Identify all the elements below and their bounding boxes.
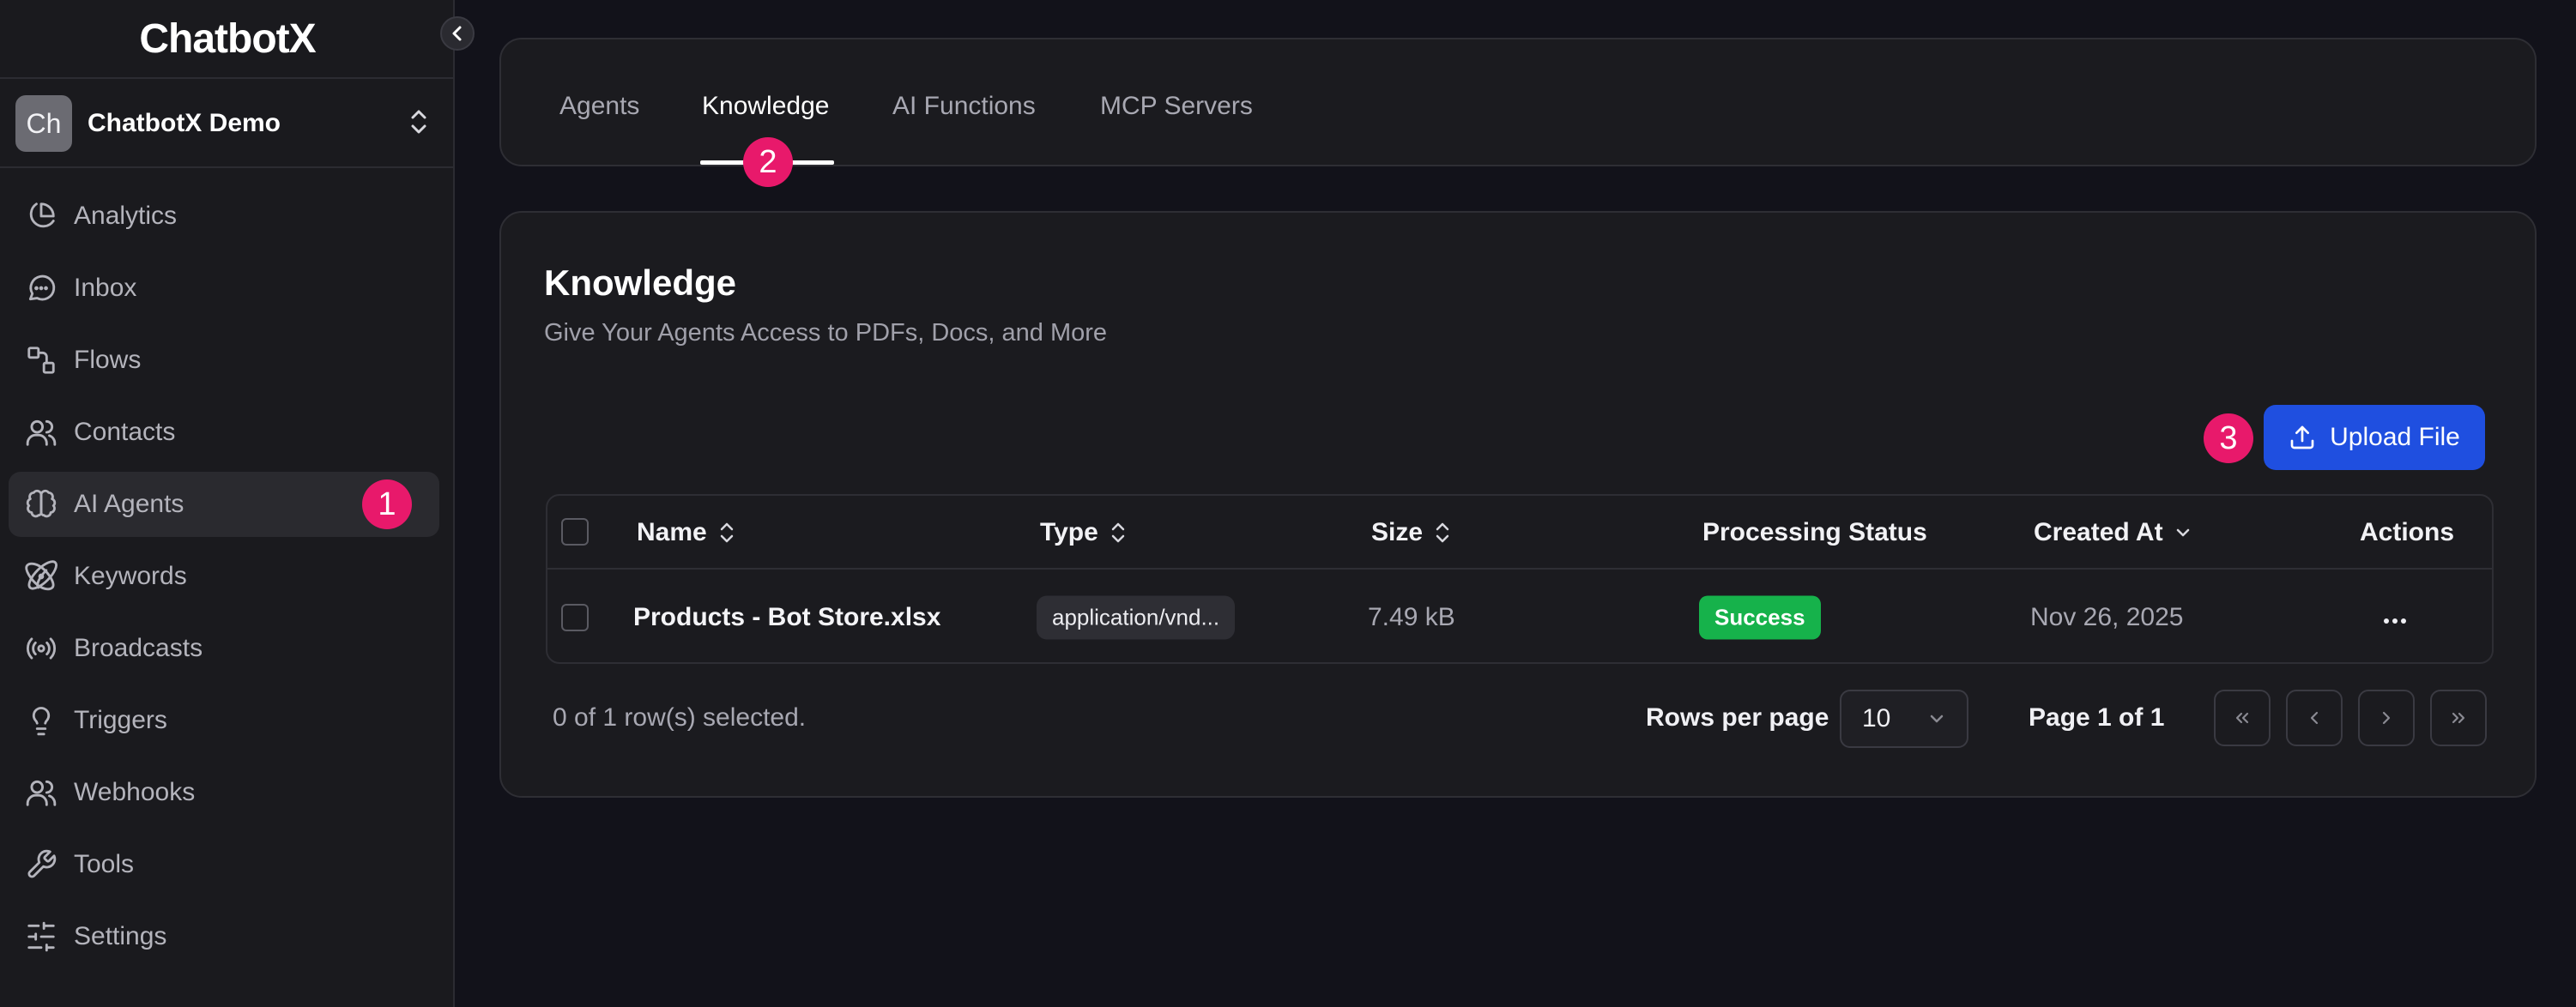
tabs-bar: Agents Knowledge AI Functions MCP Server… — [499, 38, 2537, 166]
rows-per-page-value: 10 — [1862, 704, 1891, 733]
sidebar-item-inbox[interactable]: Inbox — [9, 256, 439, 321]
first-page-button[interactable] — [2214, 690, 2271, 746]
sidebar-nav: Analytics Inbox Flows Contacts AI Agents… — [9, 184, 439, 976]
sidebar-item-label: Contacts — [74, 418, 176, 446]
sidebar-item-flows[interactable]: Flows — [9, 328, 439, 393]
sidebar-item-ai-agents[interactable]: AI Agents 1 — [9, 472, 439, 537]
status-badge: Success — [1699, 595, 1821, 640]
chat-bubble-icon — [24, 271, 58, 305]
tab-ai-functions[interactable]: AI Functions — [892, 92, 1036, 121]
page-title: Knowledge — [544, 262, 737, 303]
column-header-name[interactable]: Name — [637, 518, 736, 547]
next-page-button[interactable] — [2358, 690, 2415, 746]
upload-file-label: Upload File — [2330, 423, 2460, 451]
file-type-pill: application/vnd... — [1037, 595, 1236, 640]
sidebar: ChatbotX Ch ChatbotX Demo Analytics Inbo… — [0, 0, 455, 1007]
flow-icon — [24, 343, 58, 377]
workspace-avatar: Ch — [15, 95, 72, 152]
previous-page-button[interactable] — [2286, 690, 2343, 746]
sliders-icon — [24, 920, 58, 954]
brain-icon — [24, 487, 58, 522]
users-icon — [24, 775, 58, 810]
last-page-button[interactable] — [2430, 690, 2487, 746]
wrench-icon — [24, 847, 58, 882]
callout-badge-1: 1 — [362, 479, 412, 529]
chevrons-left-icon — [2235, 712, 2249, 724]
sort-icon — [1436, 522, 1449, 543]
app-root: ChatbotX Ch ChatbotX Demo Analytics Inbo… — [0, 0, 2576, 1007]
chevron-up-down-icon — [408, 107, 429, 141]
table-header: Name Type Size Processing Status Created… — [547, 496, 2492, 570]
knowledge-table: Name Type Size Processing Status Created… — [546, 494, 2494, 664]
file-size: 7.49 kB — [1368, 603, 1455, 631]
users-icon — [24, 415, 58, 449]
sidebar-item-label: Triggers — [74, 706, 167, 734]
sidebar-item-label: Tools — [74, 850, 135, 878]
sidebar-item-label: Settings — [74, 922, 167, 950]
atom-icon — [24, 559, 58, 594]
sidebar-item-label: Broadcasts — [74, 634, 203, 662]
app-logo[interactable]: ChatbotX — [0, 0, 455, 79]
sort-icon — [720, 522, 733, 543]
chevron-down-icon — [2176, 528, 2189, 537]
chevron-down-icon — [1930, 715, 1944, 723]
more-actions-icon[interactable] — [2382, 603, 2408, 632]
callout-badge-3: 3 — [2204, 413, 2253, 463]
sidebar-item-broadcasts[interactable]: Broadcasts — [9, 616, 439, 681]
upload-icon — [2290, 425, 2314, 449]
pie-chart-icon — [24, 199, 58, 233]
column-header-processing-status: Processing Status — [1702, 518, 1927, 546]
sidebar-item-label: Webhooks — [74, 778, 196, 806]
select-all-checkbox[interactable] — [561, 518, 589, 546]
sidebar-item-keywords[interactable]: Keywords — [9, 544, 439, 609]
sort-icon — [1111, 522, 1125, 543]
column-header-size[interactable]: Size — [1371, 518, 1452, 547]
upload-file-button[interactable]: Upload File — [2264, 405, 2485, 470]
created-at: Nov 26, 2025 — [2030, 603, 2184, 631]
sidebar-item-analytics[interactable]: Analytics — [9, 184, 439, 249]
sidebar-item-settings[interactable]: Settings — [9, 904, 439, 969]
sidebar-item-label: Keywords — [74, 562, 187, 590]
callout-badge-2: 2 — [743, 137, 793, 187]
sidebar-item-contacts[interactable]: Contacts — [9, 400, 439, 465]
table-row[interactable]: Products - Bot Store.xlsx application/vn… — [547, 571, 2492, 664]
sidebar-item-label: Analytics — [74, 202, 178, 230]
tab-mcp-servers[interactable]: MCP Servers — [1100, 92, 1253, 121]
workspace-name: ChatbotX Demo — [88, 109, 281, 137]
sidebar-item-triggers[interactable]: Triggers — [9, 688, 439, 753]
row-checkbox[interactable] — [561, 604, 589, 631]
column-header-created-at[interactable]: Created At — [2034, 518, 2192, 547]
sidebar-item-label: Inbox — [74, 274, 137, 302]
sidebar-item-webhooks[interactable]: Webhooks — [9, 760, 439, 825]
page-indicator: Page 1 of 1 — [2029, 703, 2165, 732]
column-header-actions: Actions — [2360, 518, 2455, 546]
lightbulb-icon — [24, 703, 58, 738]
chevron-right-icon — [2382, 711, 2391, 725]
page-subtitle: Give Your Agents Access to PDFs, Docs, a… — [544, 319, 1108, 347]
sidebar-item-tools[interactable]: Tools — [9, 832, 439, 897]
rows-per-page-select[interactable]: 10 — [1840, 690, 1968, 748]
sidebar-collapse-button[interactable] — [440, 16, 475, 51]
file-name[interactable]: Products - Bot Store.xlsx — [633, 603, 940, 632]
sidebar-item-label: Flows — [74, 346, 142, 374]
knowledge-panel: Knowledge Give Your Agents Access to PDF… — [499, 211, 2537, 798]
column-header-type[interactable]: Type — [1040, 518, 1128, 547]
sidebar-item-label: AI Agents — [74, 490, 184, 518]
chevrons-right-icon — [2452, 712, 2465, 724]
rows-per-page-label: Rows per page — [1646, 703, 1829, 732]
tab-knowledge[interactable]: Knowledge — [702, 92, 829, 121]
chevron-left-icon — [2310, 711, 2319, 725]
chevron-left-icon — [452, 26, 462, 41]
workspace-switcher[interactable]: Ch ChatbotX Demo — [0, 81, 455, 168]
broadcast-icon — [24, 631, 58, 666]
selection-count: 0 of 1 row(s) selected. — [553, 703, 807, 732]
tab-agents[interactable]: Agents — [559, 92, 639, 121]
